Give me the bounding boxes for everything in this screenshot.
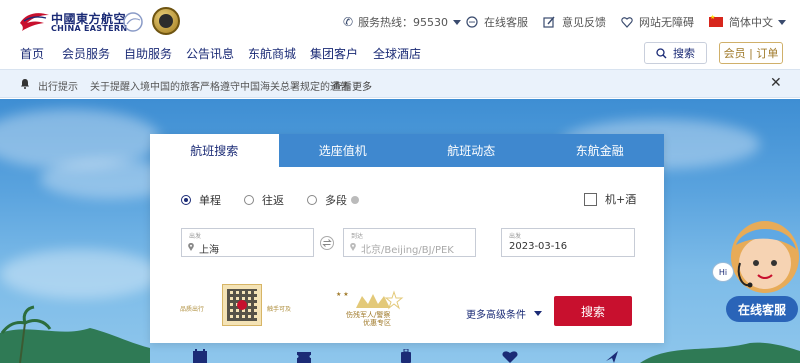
skyteam-icon [123,12,143,32]
chevron-down-icon [534,311,542,316]
accessibility-link[interactable]: 网站无障碍 [621,14,694,30]
main-nav: 首页 会员服务 自助服务 公告讯息 东航商城 集团客户 全球酒店 搜索 会员 |… [0,40,800,66]
flight-booking-card: 航班搜索 选座值机 航班动态 东航金融 单程 往返 多段 机+酒 出发 上海 到… [150,134,664,343]
checkbox[interactable] [584,192,597,206]
member-orders-button[interactable]: 会员 | 订单 [719,42,783,64]
tab-seat-checkin[interactable]: 选座值机 [279,134,408,167]
bell-icon [21,79,29,89]
close-icon[interactable]: ✕ [770,75,782,91]
notice-label: 出行提示 [38,82,78,93]
qr-caption-right: 触手可及 [267,306,292,313]
plane-icon[interactable] [604,349,620,363]
nav-item-home[interactable]: 首页 [20,45,44,62]
feedback-link[interactable]: 意见反馈 [543,14,606,30]
phone-icon: ✆ [343,15,354,29]
site-search-label: 搜索 [673,47,695,60]
advanced-options-label: 更多高级条件 [466,310,526,321]
nav-item-self-service[interactable]: 自助服务 [124,45,172,62]
top-bar: 中國東方航空 CHINA EASTERN ✆ 服务热线：95530 在线客服 意… [0,0,800,40]
radio-button-checked[interactable] [181,195,191,205]
chevron-down-icon [778,19,786,25]
arrival-city-field[interactable]: 到达 北京/Beijing/BJ/PEK [343,228,476,257]
china-flag-icon [709,14,723,27]
departure-city-field[interactable]: 出发 上海 [181,228,314,257]
swallow-logo-icon [20,13,49,32]
trip-type-one-way[interactable]: 单程 [181,192,221,208]
tab-flight-search[interactable]: 航班搜索 [150,134,279,167]
edit-icon [543,16,555,28]
hi-bubble[interactable]: Hi [712,262,734,282]
departure-value: 上海 [199,245,219,256]
luggage-icon[interactable] [398,349,414,363]
trip-type-round-trip[interactable]: 往返 [244,192,284,208]
heart-icon [621,17,633,28]
trip-type-round-trip-label: 往返 [262,194,284,207]
nav-item-group-clients[interactable]: 集团客户 [310,45,358,62]
nav-item-member-services[interactable]: 会员服务 [62,45,110,62]
info-icon[interactable] [351,196,359,204]
search-icon [656,47,667,58]
customer-service-mascot[interactable] [720,215,800,363]
qr-caption-left: 品质出行 [180,306,205,313]
notice-bar: 出行提示 关于提醒入境中国的旅客严格遵守中国海关总署规定的通告 查看更多 ✕ [0,69,800,98]
qr-code[interactable] [222,284,262,326]
award-badge-icon [152,7,180,35]
flight-hotel-label: 机+酒 [605,193,637,206]
calendar-icon[interactable] [192,349,208,363]
date-label: 出发 [509,233,522,240]
online-service-link[interactable]: 在线客服 [466,14,528,30]
china-eastern-logo[interactable]: 中國東方航空 CHINA EASTERN [18,9,153,35]
tab-flight-status[interactable]: 航班动态 [407,134,536,167]
cloud-decoration [0,249,160,299]
online-service-button[interactable]: 在线客服 [726,296,798,322]
language-text: 简体中文 [729,16,773,29]
ticket-icon[interactable] [296,349,312,363]
promo-title-line2[interactable]: 优惠专区 [363,318,391,328]
care-heart-icon[interactable] [502,349,518,363]
notice-text[interactable]: 关于提醒入境中国的旅客严格遵守中国海关总署规定的通告 [90,78,350,93]
language-selector[interactable]: 简体中文 [709,14,786,30]
arrival-label: 到达 [351,233,364,240]
feedback-text: 意见反馈 [562,16,606,29]
arrival-placeholder: 北京/Beijing/BJ/PEK [361,245,454,256]
nav-item-announcements[interactable]: 公告讯息 [186,45,234,62]
site-search-button[interactable]: 搜索 [644,42,707,64]
hotline-link[interactable]: ✆ 服务热线：95530 [343,14,462,30]
radio-button[interactable] [307,195,317,205]
trip-type-one-way-label: 单程 [199,194,221,207]
date-value: 2023-03-16 [509,241,568,252]
nav-item-mall[interactable]: 东航商城 [248,45,296,62]
departure-label: 出发 [189,233,202,240]
flight-hotel-option[interactable]: 机+酒 [584,191,636,207]
nav-item-global-hotels[interactable]: 全球酒店 [373,45,421,62]
swap-cities-icon[interactable] [320,236,334,250]
hotline-text: 服务热线：95530 [358,16,449,29]
notice-more-link[interactable]: 查看更多 [332,78,372,93]
departure-date-field[interactable]: 出发 2023-03-16 [501,228,635,257]
chevron-down-icon [453,19,462,25]
trip-type-multi-label: 多段 [325,194,347,207]
palm-trees-decoration [0,305,150,363]
location-pin-icon [188,243,194,251]
booking-tabs: 航班搜索 选座值机 航班动态 东航金融 [150,134,664,167]
accessibility-text: 网站无障碍 [639,16,694,29]
svg-text:★ ★: ★ ★ [336,291,349,298]
flight-search-button[interactable]: 搜索 [554,296,632,326]
online-service-text: 在线客服 [484,16,528,29]
brand-name-en: CHINA EASTERN [51,24,128,33]
location-pin-icon [350,243,356,251]
chat-icon [466,16,478,28]
tab-finance[interactable]: 东航金融 [536,134,665,167]
trip-type-multi[interactable]: 多段 [307,192,359,208]
radio-button[interactable] [244,195,254,205]
advanced-options-toggle[interactable]: 更多高级条件 [466,306,542,321]
